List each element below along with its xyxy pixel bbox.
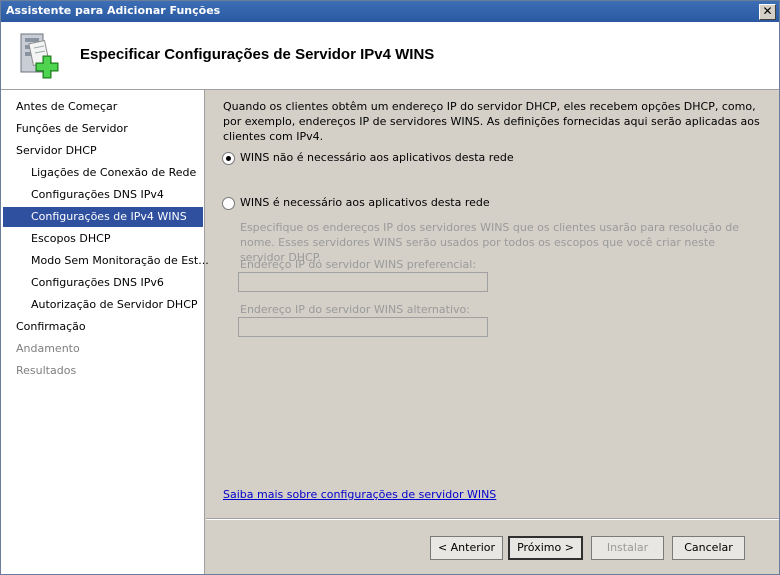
nav-item-resultados: Resultados: [16, 364, 77, 377]
nav-item-dns-ipv4[interactable]: Configurações DNS IPv4: [31, 185, 164, 205]
nav-item-antes-de-comecar[interactable]: Antes de Começar: [16, 97, 117, 117]
footer-separator: [206, 518, 779, 520]
preferred-wins-label: Endereço IP do servidor WINS preferencia…: [240, 258, 477, 271]
nav-item-andamento: Andamento: [16, 342, 80, 355]
install-button[interactable]: Instalar: [591, 536, 664, 560]
nav-item-modo-sem-monitoracao[interactable]: Modo Sem Monitoração de Est...: [31, 251, 209, 271]
close-icon: ✕: [762, 4, 773, 18]
server-add-icon: [20, 33, 59, 79]
next-button[interactable]: Próximo >: [508, 536, 583, 560]
alternate-wins-label: Endereço IP do servidor WINS alternativo…: [240, 303, 470, 316]
learn-more-link[interactable]: Saiba mais sobre configurações de servid…: [223, 488, 496, 501]
nav-item-servidor-dhcp[interactable]: Servidor DHCP: [16, 141, 97, 161]
close-button[interactable]: ✕: [759, 4, 776, 20]
radio-label-required: WINS é necessário aos aplicativos desta …: [240, 196, 490, 209]
window-title: Assistente para Adicionar Funções: [6, 4, 221, 17]
cancel-button[interactable]: Cancelar: [672, 536, 745, 560]
radio-dot-icon: [226, 156, 231, 161]
nav-item-confirmacao[interactable]: Confirmação: [16, 317, 86, 337]
nav-item-escopos-dhcp[interactable]: Escopos DHCP: [31, 229, 110, 249]
radio-button-checked[interactable]: [222, 152, 235, 165]
wizard-header: Especificar Configurações de Servidor IP…: [1, 22, 779, 90]
wizard-window: Assistente para Adicionar Funções ✕ Espe…: [0, 0, 780, 575]
title-bar: Assistente para Adicionar Funções ✕: [1, 1, 779, 22]
nav-item-autorizacao[interactable]: Autorização de Servidor DHCP: [31, 295, 198, 315]
back-button[interactable]: < Anterior: [430, 536, 503, 560]
wizard-nav: Antes de Começar Funções de Servidor Ser…: [1, 90, 209, 574]
description-text: Quando os clientes obtêm um endereço IP …: [223, 100, 760, 143]
alternate-wins-input[interactable]: [238, 317, 488, 337]
preferred-wins-input[interactable]: [238, 272, 488, 292]
nav-item-dns-ipv6[interactable]: Configurações DNS IPv6: [31, 273, 164, 293]
nav-item-ipv4-wins[interactable]: Configurações de IPv4 WINS: [3, 207, 203, 227]
nav-item-funcoes-de-servidor[interactable]: Funções de Servidor: [16, 119, 128, 139]
wizard-content: Quando os clientes obtêm um endereço IP …: [206, 90, 779, 574]
radio-button-unchecked[interactable]: [222, 197, 235, 210]
radio-label-not-required: WINS não é necessário aos aplicativos de…: [240, 151, 514, 164]
nav-item-ligacoes-conexao[interactable]: Ligações de Conexão de Rede: [31, 163, 196, 183]
page-title: Especificar Configurações de Servidor IP…: [80, 46, 435, 63]
